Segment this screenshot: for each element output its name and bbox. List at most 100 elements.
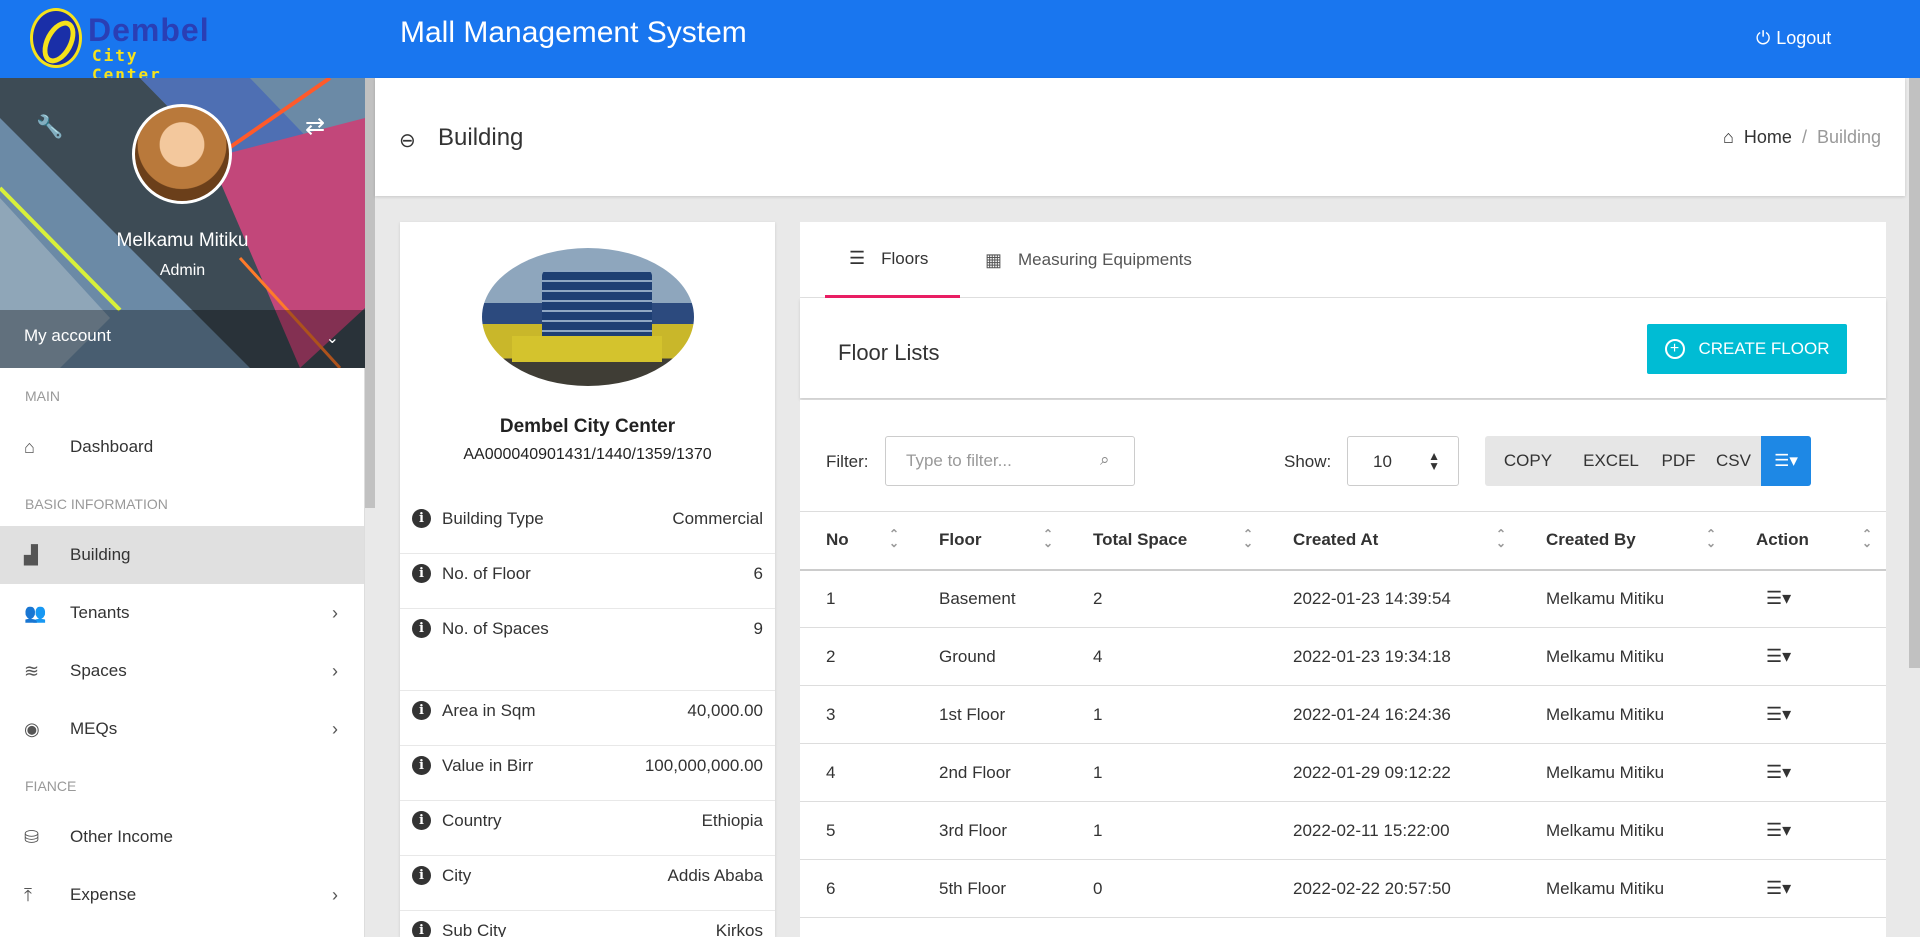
column-header-total-space[interactable]: Total Space ⌃ ⌄ <box>1067 511 1267 571</box>
avatar <box>132 104 232 204</box>
cell-no: 4 <box>800 743 913 802</box>
create-floor-button[interactable]: + CREATE FLOOR <box>1647 324 1847 374</box>
coins-icon: ⛁ <box>24 826 40 847</box>
cell-floor: Ground <box>913 627 1067 686</box>
attr-label: Value in Birr <box>442 756 534 775</box>
tab-label: Measuring Equipments <box>1018 250 1192 269</box>
column-header-no[interactable]: No ⌃ ⌄ <box>800 511 913 571</box>
cell-floor: 1st Floor <box>913 685 1067 744</box>
upload-icon: ⤒ <box>24 884 32 905</box>
info-icon: i <box>412 619 431 638</box>
sidebar-item-other-income[interactable]: ⛁ Other Income <box>0 808 364 866</box>
breadcrumb-separator: / <box>1801 127 1807 147</box>
tab-floors[interactable]: ☰ Floors <box>825 222 960 298</box>
swap-icon[interactable]: ⇄ <box>305 112 325 141</box>
logo-text-top: Dembel <box>88 12 210 48</box>
eye-icon: ◉ <box>24 718 40 739</box>
sidebar-scrollbar[interactable] <box>365 78 375 508</box>
sidebar-item-label: Other Income <box>70 827 173 846</box>
cell-total-space: 2 <box>1067 569 1267 628</box>
attr-city: i City Addis Ababa <box>400 856 775 911</box>
cell-no: 2 <box>800 627 913 686</box>
tab-bar: ☰ Floors ▦ Measuring Equipments <box>800 222 1886 298</box>
table-row: 3 1st Floor 1 2022-01-24 16:24:36 Melkam… <box>800 685 1886 744</box>
attr-no-of-floor: i No. of Floor 6 <box>400 554 775 609</box>
cell-total-space: 4 <box>1067 627 1267 686</box>
action-menu-icon[interactable]: ☰▾ <box>1766 588 1791 608</box>
attr-label: City <box>442 866 472 885</box>
sidebar-item-label: Spaces <box>70 661 127 680</box>
sidebar-item-label: Building <box>70 545 131 564</box>
building-icon: ▟ <box>24 544 38 565</box>
attr-value: Kirkos <box>715 921 763 937</box>
info-icon: i <box>412 866 431 885</box>
my-account-toggle[interactable]: My account ⌄ <box>0 310 365 368</box>
breadcrumb-home-link[interactable]: Home <box>1744 127 1792 148</box>
floor-table: No ⌃ ⌄ Floor ⌃ ⌄ Total Space ⌃ ⌄ Created At ⌃ ⌄ … <box>800 511 1886 918</box>
calendar-icon: ▦ <box>985 249 1003 270</box>
attr-value: 9 <box>753 619 763 638</box>
attr-value: 40,000.00 <box>687 701 763 720</box>
floor-list-header: Floor Lists + CREATE FLOOR <box>800 298 1886 398</box>
logout-button[interactable]: ⏻ Logout <box>1756 28 1831 49</box>
filter-label: Filter: <box>826 452 869 471</box>
table-row: 6 5th Floor 0 2022-02-22 20:57:50 Melkam… <box>800 859 1886 918</box>
action-menu-icon[interactable]: ☰▾ <box>1766 878 1791 898</box>
column-visibility-button[interactable]: ☰▾ <box>1761 436 1811 486</box>
breadcrumb-current: Building <box>1816 127 1881 147</box>
column-header-action[interactable]: Action ⌃ ⌄ <box>1730 511 1886 571</box>
menu-section-main: MAIN <box>25 388 60 404</box>
sidebar-item-tenants[interactable]: 👥 Tenants › <box>0 584 364 642</box>
top-bar: Dembel City Center Mall Management Syste… <box>0 0 1920 84</box>
wrench-icon[interactable]: 🔧 <box>36 114 63 140</box>
attr-label: No. of Floor <box>442 564 531 583</box>
sidebar-item-label: Dashboard <box>70 437 154 456</box>
cell-floor: 2nd Floor <box>913 743 1067 802</box>
attr-label: Area in Sqm <box>442 701 536 720</box>
chevron-right-icon: › <box>332 660 338 681</box>
logo[interactable]: Dembel City Center <box>26 6 209 84</box>
copy-button[interactable]: COPY <box>1485 436 1571 486</box>
action-menu-icon[interactable]: ☰▾ <box>1766 646 1791 666</box>
sidebar-item-spaces[interactable]: ≋ Spaces › <box>0 642 364 700</box>
sort-icon: ⌃ ⌄ <box>1042 527 1053 550</box>
info-icon: i <box>412 811 431 830</box>
profile-name: Melkamu Mitiku <box>116 230 249 251</box>
tab-measuring-equipments[interactable]: ▦ Measuring Equipments <box>985 222 1192 298</box>
column-header-created-by[interactable]: Created By ⌃ ⌄ <box>1520 511 1730 571</box>
show-label: Show: <box>1284 452 1332 471</box>
attr-value: 6 <box>753 564 763 583</box>
page-size-select[interactable]: 10 ▲ ▼ <box>1347 436 1459 486</box>
pdf-button[interactable]: PDF <box>1651 436 1706 486</box>
chevron-right-icon: › <box>332 884 338 905</box>
back-arrow-icon[interactable]: ⊖ <box>399 128 416 153</box>
info-icon: i <box>412 509 431 528</box>
column-header-floor[interactable]: Floor ⌃ ⌄ <box>913 511 1067 571</box>
cell-action: ☰▾ <box>1730 859 1886 918</box>
sidebar-item-expense[interactable]: ⤒ Expense › <box>0 866 364 924</box>
floor-list-title: Floor Lists <box>838 340 940 365</box>
column-header-created-at[interactable]: Created At ⌃ ⌄ <box>1267 511 1520 571</box>
action-menu-icon[interactable]: ☰▾ <box>1766 820 1791 840</box>
building-name: Dembel City Center <box>499 416 676 437</box>
attr-value: Addis Ababa <box>667 866 763 885</box>
info-icon: i <box>412 921 431 937</box>
sidebar-item-building[interactable]: ▟ Building <box>0 526 364 584</box>
chevron-right-icon: › <box>332 718 338 739</box>
sidebar-item-meqs[interactable]: ◉ MEQs › <box>0 700 364 758</box>
excel-button[interactable]: EXCEL <box>1571 436 1651 486</box>
action-menu-icon[interactable]: ☰▾ <box>1766 704 1791 724</box>
cell-no: 6 <box>800 859 913 918</box>
my-account-label: My account <box>24 326 111 345</box>
page-scrollbar[interactable] <box>1909 78 1920 668</box>
page-size-value: 10 <box>1373 452 1392 471</box>
filter-input[interactable] <box>885 436 1135 486</box>
sidebar-item-dashboard[interactable]: ⌂ Dashboard <box>0 418 364 476</box>
action-menu-icon[interactable]: ☰▾ <box>1766 762 1791 782</box>
sort-icon: ⌃ ⌄ <box>1861 527 1872 550</box>
cell-created-at: 2022-02-22 20:57:50 <box>1267 859 1520 918</box>
attr-value: Ethiopia <box>701 811 763 830</box>
cell-created-by: Melkamu Mitiku <box>1520 627 1730 686</box>
cell-total-space: 1 <box>1067 801 1267 860</box>
csv-button[interactable]: CSV <box>1706 436 1761 486</box>
